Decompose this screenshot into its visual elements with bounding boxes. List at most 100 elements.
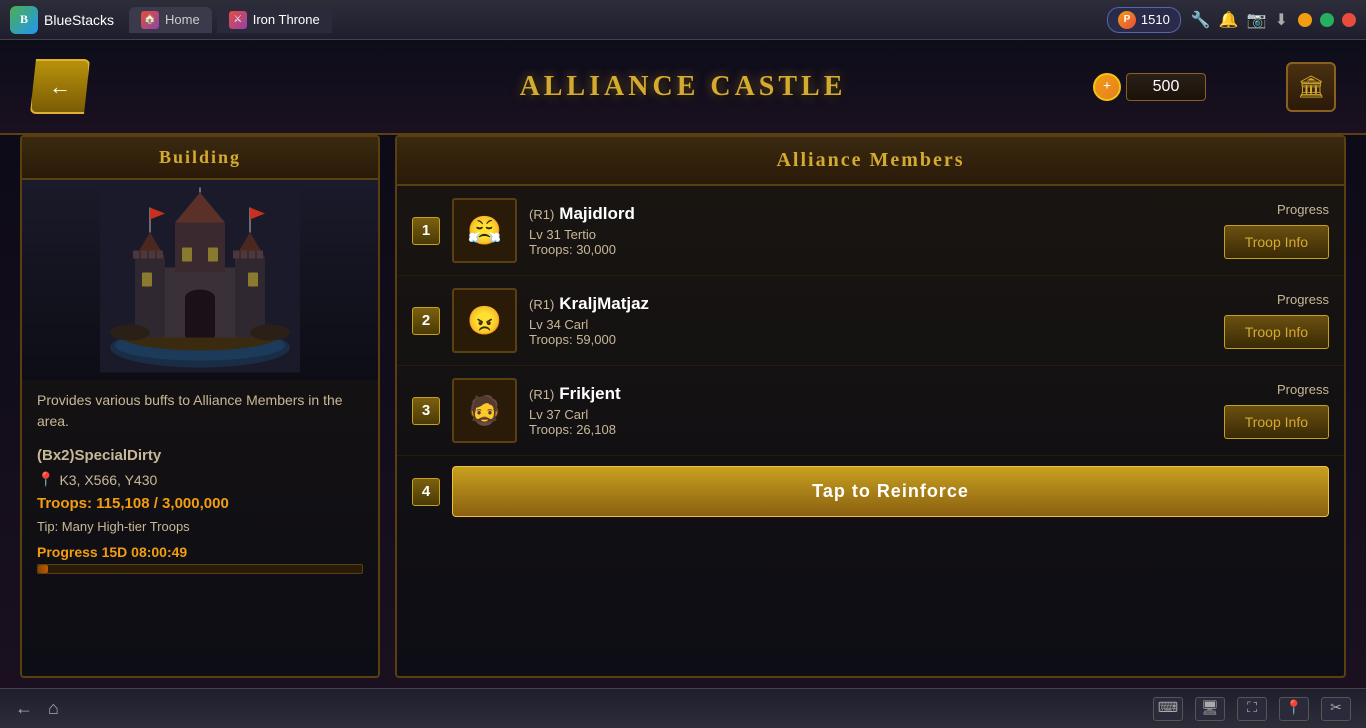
screen-icon[interactable]: 🖥 [1195, 697, 1225, 721]
member-name-1: Majidlord [559, 204, 635, 224]
alliance-members-panel: Alliance Members 1 😤 (R1) Majidlord Lv 3… [395, 135, 1346, 678]
avatar-image-1: 😤 [454, 200, 515, 261]
member-tag-2: (R1) [529, 297, 554, 312]
game-tab[interactable]: ⚔ Iron Throne [217, 7, 332, 33]
treasury-icon[interactable]: 🏛 [1286, 62, 1336, 112]
reinforce-row: 4 Tap to Reinforce [397, 456, 1344, 527]
building-progress-bar-bg [37, 564, 363, 574]
points-icon: P [1118, 11, 1136, 29]
points-display: P 1510 [1107, 7, 1181, 33]
keyboard-icon[interactable]: ⌨ [1153, 697, 1183, 721]
member-tag-3: (R1) [529, 387, 554, 402]
home-tab[interactable]: 🏠 Home [129, 7, 212, 33]
member-progress-label-1: Progress [1277, 202, 1329, 217]
member-row: 1 😤 (R1) Majidlord Lv 31 Tertio Troops: … [397, 186, 1344, 276]
scissors-icon[interactable]: ✂ [1321, 697, 1351, 721]
location-pin-icon: 📍 [37, 471, 54, 488]
building-progress-bar-container [22, 562, 378, 584]
building-location: 📍 K3, X566, Y430 [22, 469, 378, 490]
member-avatar-1: 😤 [452, 198, 517, 263]
member-info-1: (R1) Majidlord Lv 31 Tertio Troops: 30,0… [529, 204, 1212, 257]
troops-count: Troops: 115,108 / 3,000,000 [22, 490, 378, 517]
home-tab-icon: 🏠 [141, 11, 159, 29]
member-avatar-2: 😠 [452, 288, 517, 353]
member-right-1: Progress Troop Info [1224, 202, 1329, 259]
bluestacks-logo-text: BlueStacks [44, 12, 114, 28]
notification-icon[interactable]: 🔔 [1219, 10, 1239, 30]
avatar-image-3: 🧔 [454, 380, 515, 441]
back-nav-icon[interactable]: ← [15, 698, 33, 719]
download-icon[interactable]: ⬇ [1275, 10, 1288, 30]
avatar-image-2: 😠 [454, 290, 515, 351]
window-controls: _ □ ✕ [1298, 13, 1356, 27]
building-progress-label: Progress 15D 08:00:49 [22, 536, 378, 562]
game-tab-icon: ⚔ [229, 11, 247, 29]
member-name-3: Frikjent [559, 384, 620, 404]
castle-image [22, 180, 378, 380]
header-title-container: ALLIANCE CASTLE [520, 71, 847, 103]
member-rank-1: 1 [412, 217, 440, 245]
member-level-2: Lv 34 Carl [529, 317, 1212, 332]
member-right-3: Progress Troop Info [1224, 382, 1329, 439]
member-progress-label-2: Progress [1277, 292, 1329, 307]
maximize-button[interactable]: □ [1320, 13, 1334, 27]
building-panel: Building [20, 135, 380, 678]
home-nav-icon[interactable]: ⌂ [48, 698, 59, 719]
troop-info-button-1[interactable]: Troop Info [1224, 225, 1329, 259]
member-troops-2: Troops: 59,000 [529, 332, 1212, 347]
page-title: ALLIANCE CASTLE [520, 71, 847, 103]
reinforce-rank: 4 [412, 478, 440, 506]
points-value: 1510 [1141, 12, 1170, 27]
bluestacks-logo: B BlueStacks [10, 6, 114, 34]
main-content: Building [0, 135, 1366, 688]
member-name-2: KraljMatjaz [559, 294, 649, 314]
gold-coin-display: + 500 [1093, 73, 1206, 101]
bottom-taskbar: ← ⌂ ⌨ 🖥 ⛶ 📍 ✂ [0, 688, 1366, 728]
bottom-left-icons: ← ⌂ [15, 698, 59, 719]
building-description: Provides various buffs to Alliance Membe… [22, 380, 378, 442]
minimize-button[interactable]: _ [1298, 13, 1312, 27]
bottom-right-icons: ⌨ 🖥 ⛶ 📍 ✂ [1153, 697, 1351, 721]
member-name-row-2: (R1) KraljMatjaz [529, 294, 1212, 314]
member-troops-3: Troops: 26,108 [529, 422, 1212, 437]
back-arrow-icon: ← [49, 74, 71, 100]
member-level-3: Lv 37 Carl [529, 407, 1212, 422]
camera-icon[interactable]: 📷 [1247, 10, 1267, 30]
member-name-row-3: (R1) Frikjent [529, 384, 1212, 404]
tap-to-reinforce-button[interactable]: Tap to Reinforce [452, 466, 1329, 517]
member-rank-2: 2 [412, 307, 440, 335]
back-button[interactable]: ← [30, 59, 90, 114]
location-icon[interactable]: 📍 [1279, 697, 1309, 721]
member-tag-1: (R1) [529, 207, 554, 222]
member-rank-3: 3 [412, 397, 440, 425]
building-panel-title: Building [22, 137, 378, 180]
member-row-3: 3 🧔 (R1) Frikjent Lv 37 Carl Troops: 26,… [397, 366, 1344, 456]
game-area: ← ALLIANCE CASTLE + 500 🏛 Building [0, 40, 1366, 688]
building-owner: (Bx2)SpecialDirty [22, 442, 378, 469]
member-name-row-1: (R1) Majidlord [529, 204, 1212, 224]
troop-info-button-3[interactable]: Troop Info [1224, 405, 1329, 439]
member-right-2: Progress Troop Info [1224, 292, 1329, 349]
bluestacks-logo-icon: B [10, 6, 38, 34]
home-tab-label: Home [165, 12, 200, 27]
game-header: ← ALLIANCE CASTLE + 500 🏛 [0, 40, 1366, 135]
building-progress-bar-fill [38, 565, 48, 573]
game-tab-label: Iron Throne [253, 12, 320, 27]
toolbar-icons: 🔧 🔔 📷 ⬇ [1191, 10, 1288, 30]
member-troops-1: Troops: 30,000 [529, 242, 1212, 257]
settings-icon[interactable]: 🔧 [1191, 10, 1211, 30]
troop-info-button-2[interactable]: Troop Info [1224, 315, 1329, 349]
member-progress-label-3: Progress [1277, 382, 1329, 397]
tip-text: Tip: Many High-tier Troops [22, 517, 378, 536]
member-row-2: 2 😠 (R1) KraljMatjaz Lv 34 Carl Troops: … [397, 276, 1344, 366]
member-info-3: (R1) Frikjent Lv 37 Carl Troops: 26,108 [529, 384, 1212, 437]
member-avatar-3: 🧔 [452, 378, 517, 443]
close-button[interactable]: ✕ [1342, 13, 1356, 27]
coin-plus-icon[interactable]: + [1093, 73, 1121, 101]
zoom-icon[interactable]: ⛶ [1237, 697, 1267, 721]
alliance-members-title: Alliance Members [397, 137, 1344, 186]
member-level-1: Lv 31 Tertio [529, 227, 1212, 242]
gold-amount: 500 [1126, 73, 1206, 101]
bluestacks-topbar: B BlueStacks 🏠 Home ⚔ Iron Throne P 1510… [0, 0, 1366, 40]
member-info-2: (R1) KraljMatjaz Lv 34 Carl Troops: 59,0… [529, 294, 1212, 347]
